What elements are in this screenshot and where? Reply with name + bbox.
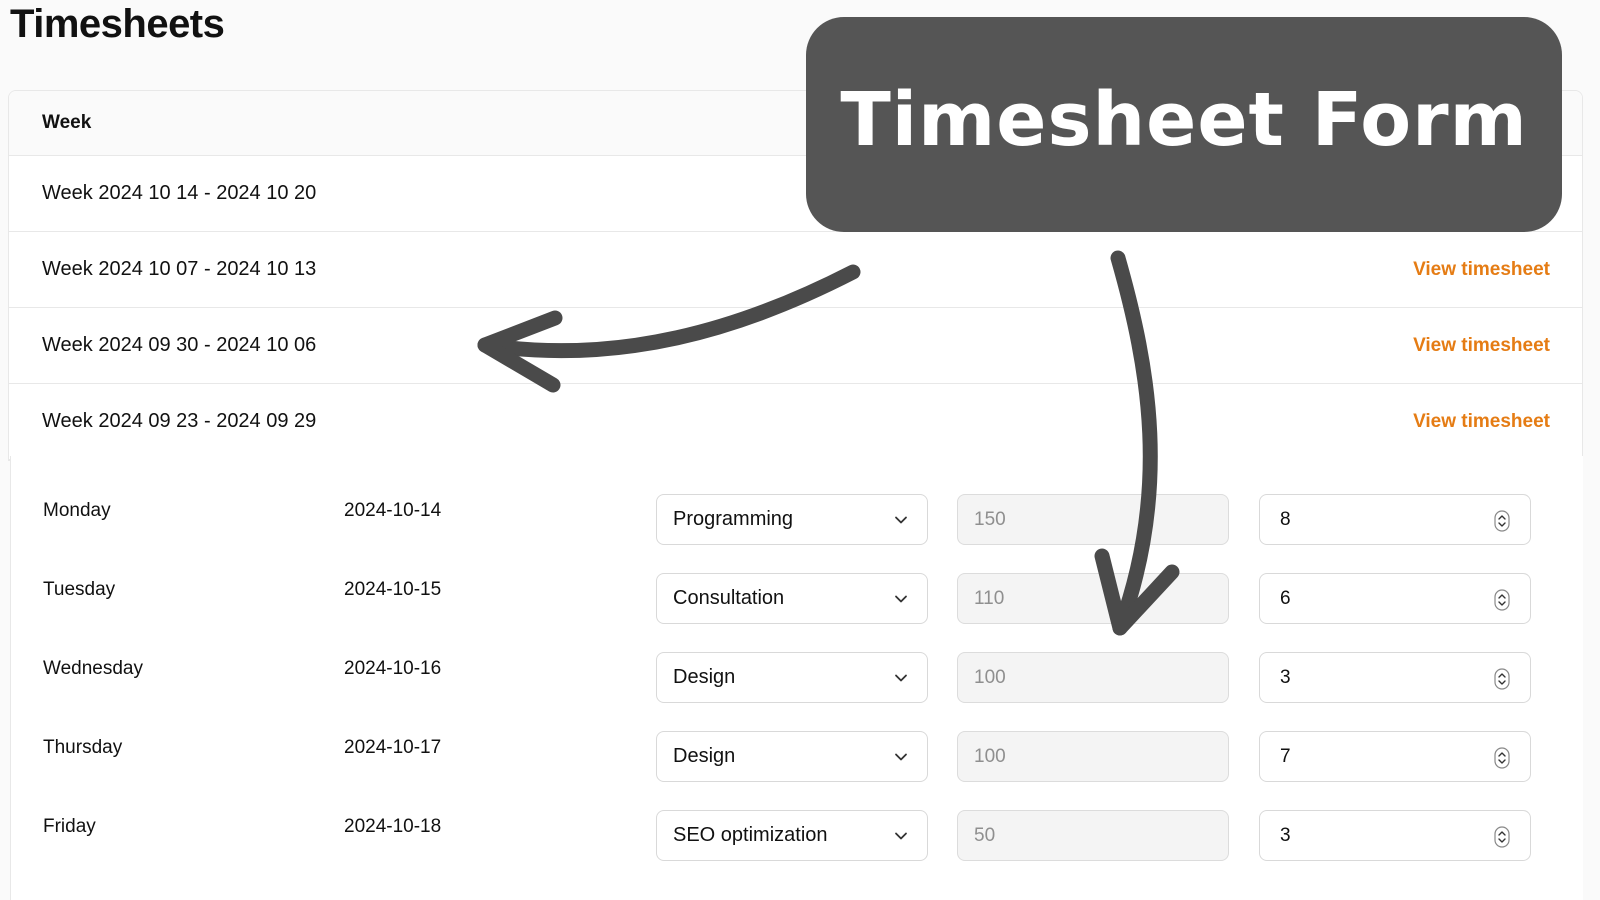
hours-value: 8 bbox=[1280, 508, 1291, 530]
view-timesheet-link[interactable]: View timesheet bbox=[1413, 259, 1550, 281]
timesheet-entry-row: Monday 2024-10-14 Programming 150 8 bbox=[11, 494, 1583, 546]
table-row: Week 2024 09 30 - 2024 10 06 View timesh… bbox=[9, 308, 1582, 384]
view-timesheet-link[interactable]: View timesheet bbox=[1413, 335, 1550, 357]
timesheet-entry-row: Thursday 2024-10-17 Design 100 7 bbox=[11, 731, 1583, 783]
day-name: Tuesday bbox=[43, 579, 116, 600]
service-select-value: SEO optimization bbox=[673, 824, 828, 846]
week-label: Week 2024 10 07 - 2024 10 13 bbox=[42, 258, 317, 280]
rate-value: 100 bbox=[974, 666, 1006, 688]
rate-field: 50 bbox=[957, 810, 1229, 861]
service-select-value: Design bbox=[673, 745, 736, 767]
timesheet-entry-row: Friday 2024-10-18 SEO optimization 50 3 bbox=[11, 810, 1583, 862]
timesheet-entry-row: Wednesday 2024-10-16 Design 100 3 bbox=[11, 652, 1583, 704]
week-label: Week 2024 09 30 - 2024 10 06 bbox=[42, 334, 317, 356]
number-spinner-icon[interactable] bbox=[1494, 826, 1510, 848]
timesheet-entry-row: Tuesday 2024-10-15 Consultation 110 6 bbox=[11, 573, 1583, 625]
annotation-callout: Timesheet Form bbox=[806, 17, 1562, 232]
hours-input[interactable]: 8 bbox=[1259, 494, 1531, 545]
service-select-value: Consultation bbox=[673, 587, 785, 609]
hours-value: 6 bbox=[1280, 587, 1291, 609]
chevron-down-icon bbox=[895, 753, 907, 761]
entry-date: 2024-10-15 bbox=[344, 579, 442, 600]
entry-date: 2024-10-18 bbox=[344, 816, 442, 837]
day-name: Wednesday bbox=[43, 658, 143, 679]
page-title: Timesheets bbox=[10, 2, 225, 46]
number-spinner-icon[interactable] bbox=[1494, 668, 1510, 690]
service-select[interactable]: Design bbox=[656, 731, 928, 782]
service-select-value: Design bbox=[673, 666, 736, 688]
hours-input[interactable]: 3 bbox=[1259, 652, 1531, 703]
table-row: Week 2024 09 23 - 2024 09 29 View timesh… bbox=[9, 384, 1582, 460]
hours-value: 3 bbox=[1280, 824, 1291, 846]
day-name: Friday bbox=[43, 816, 96, 837]
rate-field: 100 bbox=[957, 731, 1229, 782]
hours-value: 3 bbox=[1280, 666, 1291, 688]
number-spinner-icon[interactable] bbox=[1494, 747, 1510, 769]
service-select[interactable]: SEO optimization bbox=[656, 810, 928, 861]
view-timesheet-link[interactable]: View timesheet bbox=[1413, 411, 1550, 433]
chevron-down-icon bbox=[895, 832, 907, 840]
rate-value: 150 bbox=[974, 508, 1006, 530]
rate-field: 150 bbox=[957, 494, 1229, 545]
timesheet-form: Monday 2024-10-14 Programming 150 8 Tues… bbox=[10, 456, 1583, 900]
table-row: Week 2024 10 07 - 2024 10 13 View timesh… bbox=[9, 232, 1582, 308]
chevron-down-icon bbox=[895, 674, 907, 682]
entry-date: 2024-10-17 bbox=[344, 737, 442, 758]
rate-field: 110 bbox=[957, 573, 1229, 624]
week-column-header: Week bbox=[42, 112, 92, 133]
rate-value: 100 bbox=[974, 745, 1006, 767]
callout-text: Timesheet Form bbox=[840, 76, 1528, 163]
number-spinner-icon[interactable] bbox=[1494, 510, 1510, 532]
chevron-down-icon bbox=[895, 595, 907, 603]
entry-date: 2024-10-16 bbox=[344, 658, 442, 679]
service-select[interactable]: Design bbox=[656, 652, 928, 703]
rate-field: 100 bbox=[957, 652, 1229, 703]
service-select-value: Programming bbox=[673, 508, 794, 530]
hours-input[interactable]: 7 bbox=[1259, 731, 1531, 782]
rate-value: 110 bbox=[974, 587, 1005, 609]
hours-value: 7 bbox=[1280, 745, 1291, 767]
service-select[interactable]: Consultation bbox=[656, 573, 928, 624]
week-label: Week 2024 10 14 - 2024 10 20 bbox=[42, 182, 317, 204]
hours-input[interactable]: 6 bbox=[1259, 573, 1531, 624]
number-spinner-icon[interactable] bbox=[1494, 589, 1510, 611]
service-select[interactable]: Programming bbox=[656, 494, 928, 545]
entry-date: 2024-10-14 bbox=[344, 500, 442, 521]
week-label: Week 2024 09 23 - 2024 09 29 bbox=[42, 410, 317, 432]
hours-input[interactable]: 3 bbox=[1259, 810, 1531, 861]
chevron-down-icon bbox=[895, 516, 907, 524]
day-name: Monday bbox=[43, 500, 111, 521]
rate-value: 50 bbox=[974, 824, 996, 846]
day-name: Thursday bbox=[43, 737, 123, 758]
